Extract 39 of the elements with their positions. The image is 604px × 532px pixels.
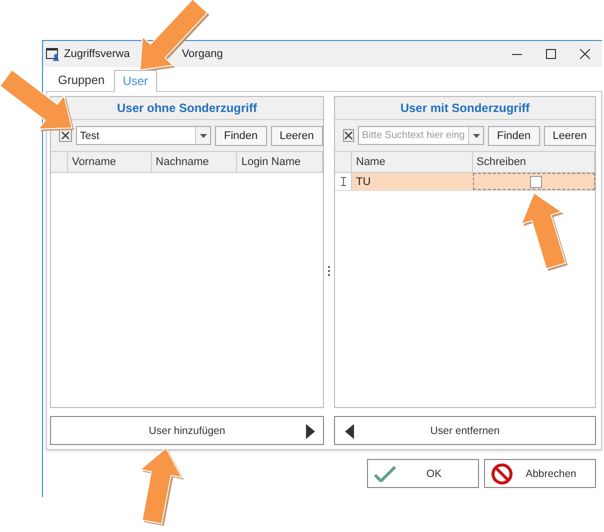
toolbar-button[interactable]: Finden	[215, 126, 267, 146]
dropdown-icon	[472, 134, 480, 138]
move-user-button[interactable]: User hinzufügen	[50, 416, 324, 445]
dialog-button[interactable]: OK	[367, 459, 479, 488]
close-icon	[61, 131, 70, 140]
dropdown-icon	[200, 134, 206, 138]
window-title: Zugriffsverwa	[64, 48, 130, 60]
column-header[interactable]: Vorname	[68, 152, 152, 172]
search-combo[interactable]: Bitte Suchtext hier eing	[358, 126, 484, 145]
dialog-button[interactable]: Abbrechen	[484, 459, 596, 488]
write-checkbox[interactable]	[530, 176, 542, 188]
prohibited-icon	[491, 462, 513, 484]
row-cursor-icon	[340, 177, 346, 186]
column-header[interactable]: Schreiben	[472, 152, 595, 172]
column-header[interactable]: Login Name	[237, 152, 323, 172]
toolbar-button[interactable]: Leeren	[544, 126, 596, 146]
panel-title: User ohne Sonderzugriff	[51, 97, 323, 120]
close-icon	[344, 131, 353, 140]
tab[interactable]: Gruppen	[49, 69, 114, 91]
column-header[interactable]: Name	[352, 152, 473, 172]
close-icon	[580, 49, 590, 59]
search-combo[interactable]: Test	[76, 126, 211, 145]
left-triangle-icon	[345, 424, 354, 439]
toolbar-button[interactable]: Leeren	[270, 126, 323, 146]
right-triangle-icon	[306, 424, 315, 439]
splitter-grip-icon[interactable]	[327, 264, 331, 276]
panel-title: User mit Sonderzugriff	[335, 97, 595, 120]
table-row[interactable]: TU	[335, 173, 595, 191]
toolbar-button[interactable]: Finden	[488, 126, 540, 146]
move-user-button[interactable]: User entfernen	[334, 416, 596, 445]
clear-filter-button[interactable]	[343, 129, 354, 142]
window-title: Vorgang	[182, 48, 223, 60]
table-cell: TU	[352, 173, 472, 190]
checkmark-icon	[374, 466, 396, 482]
dropdown-button[interactable]	[468, 127, 483, 144]
window-app-icon	[46, 48, 59, 60]
maximize-icon	[546, 49, 556, 59]
dropdown-button[interactable]	[195, 127, 210, 144]
column-header[interactable]: Nachname	[152, 152, 238, 172]
